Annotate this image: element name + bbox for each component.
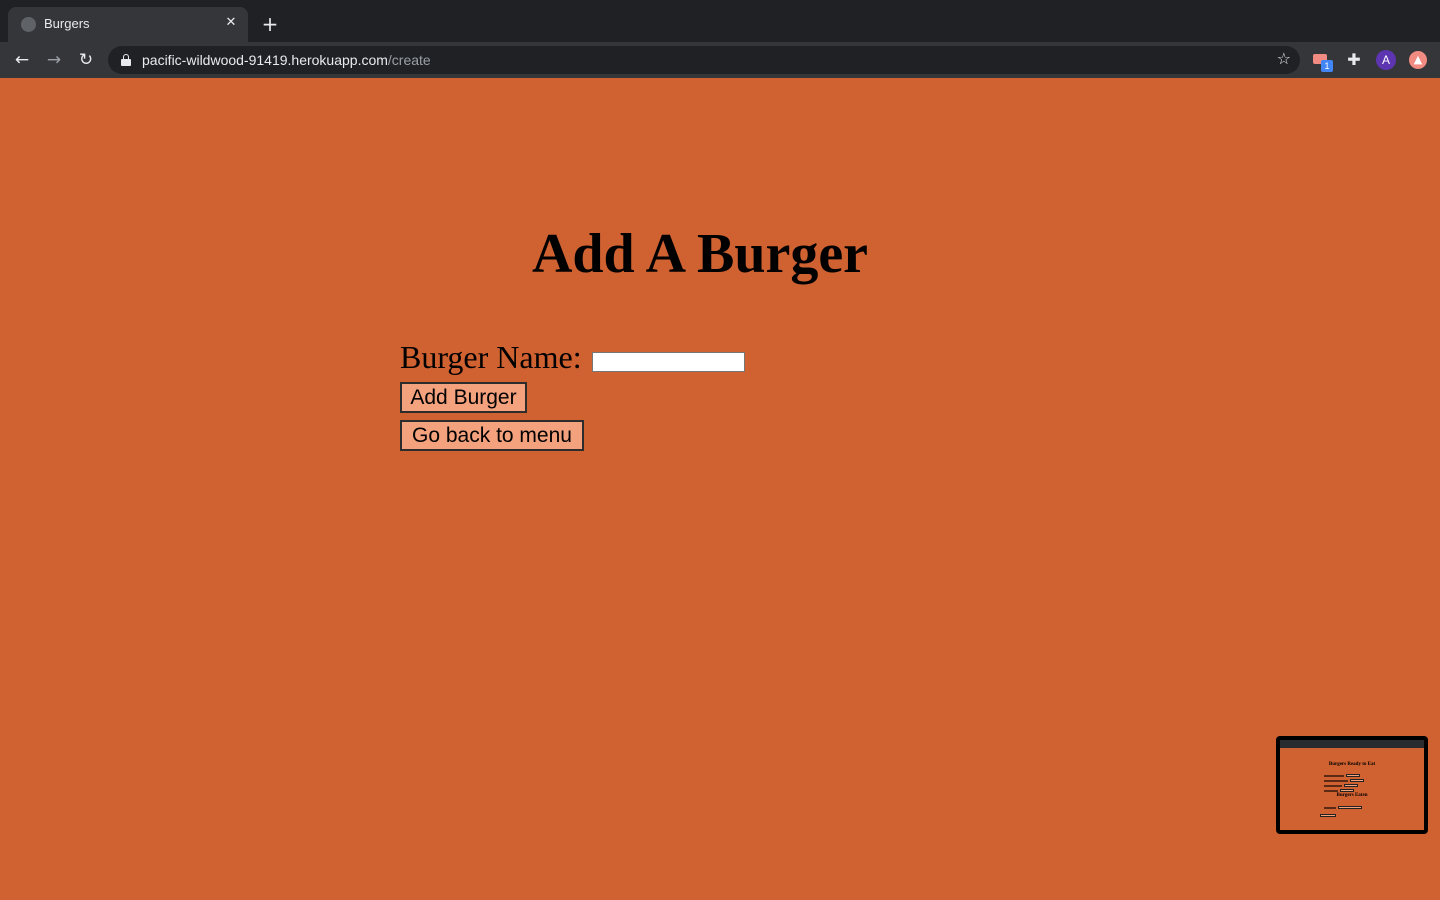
lock-icon bbox=[121, 54, 131, 66]
browser-tab[interactable]: Burgers ✕ bbox=[8, 7, 248, 42]
update-icon[interactable]: ▲ bbox=[1409, 51, 1427, 69]
new-tab-button[interactable]: + bbox=[258, 12, 282, 36]
add-burger-button[interactable]: Add Burger bbox=[400, 382, 527, 413]
extension-badge: 1 bbox=[1321, 60, 1333, 72]
globe-icon bbox=[21, 17, 36, 32]
tab-strip: Burgers ✕ + bbox=[0, 0, 1440, 42]
burger-name-input[interactable] bbox=[591, 352, 745, 372]
page-title: Add A Burger bbox=[531, 223, 869, 285]
tab-preview-thumbnail[interactable]: Burgers Ready to Eat Burgers Eaten bbox=[1276, 736, 1428, 834]
tab-title: Burgers bbox=[44, 16, 90, 31]
thumbnail-page: Burgers Ready to Eat Burgers Eaten bbox=[1280, 740, 1424, 830]
extension-icon[interactable]: 1 bbox=[1312, 50, 1333, 72]
back-to-menu-button[interactable]: Go back to menu bbox=[400, 420, 584, 451]
browser-toolbar: ← → ↻ pacific-wildwood-91419.herokuapp.c… bbox=[0, 42, 1440, 78]
puzzle-icon[interactable]: ✚ bbox=[1344, 50, 1364, 70]
thumbnail-heading-eaten: Burgers Eaten bbox=[1336, 793, 1368, 798]
close-icon[interactable]: ✕ bbox=[222, 14, 240, 32]
thumbnail-heading-ready: Burgers Ready to Eat bbox=[1328, 762, 1376, 767]
add-burger-form: Burger Name: Add Burger Go back to menu bbox=[400, 336, 745, 451]
bookmark-star-icon[interactable]: ☆ bbox=[1277, 49, 1291, 68]
burger-name-label: Burger Name: bbox=[400, 338, 582, 375]
avatar[interactable]: A bbox=[1376, 50, 1396, 70]
reload-icon[interactable]: ↻ bbox=[74, 48, 98, 72]
url-text: pacific-wildwood-91419.herokuapp.com/cre… bbox=[142, 52, 431, 68]
forward-arrow-icon[interactable]: → bbox=[42, 48, 66, 72]
back-arrow-icon[interactable]: ← bbox=[10, 48, 34, 72]
address-bar[interactable]: pacific-wildwood-91419.herokuapp.com/cre… bbox=[108, 46, 1300, 74]
